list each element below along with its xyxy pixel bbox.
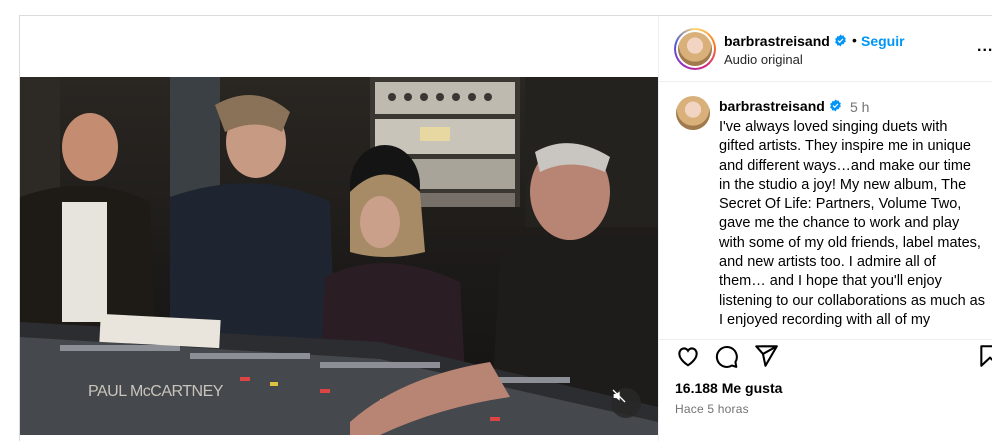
post-header: barbrastreisand • Seguir Audio original …	[659, 16, 992, 82]
post-sidebar: barbrastreisand • Seguir Audio original …	[658, 16, 992, 441]
post-caption: barbrastreisand 5 h I've always loved si…	[659, 82, 992, 340]
avatar[interactable]	[676, 96, 710, 130]
paper-plane-icon[interactable]	[753, 343, 779, 369]
post-video[interactable]: PAUL McCARTNEY	[20, 77, 658, 435]
studio-scene-image	[20, 77, 658, 435]
caption-username[interactable]: barbrastreisand	[719, 98, 825, 114]
speaker-muted-icon	[612, 389, 626, 403]
mute-button[interactable]	[611, 388, 641, 418]
video-caption: PAUL McCARTNEY	[88, 383, 223, 400]
instagram-post: PAUL McCARTNEY barbrastreisand • Seguir …	[19, 15, 992, 441]
post-age: Hace 5 horas	[675, 402, 749, 416]
audio-link[interactable]: Audio original	[724, 52, 803, 67]
action-bar	[659, 343, 992, 383]
verified-badge-icon	[835, 34, 846, 47]
avatar	[678, 32, 712, 66]
story-avatar[interactable]	[674, 28, 716, 70]
more-options-button[interactable]: ...	[977, 38, 992, 56]
caption-timestamp: 5 h	[850, 99, 870, 115]
header-username[interactable]: barbrastreisand	[724, 33, 830, 49]
verified-badge-icon	[830, 99, 841, 112]
bookmark-icon[interactable]	[977, 343, 992, 369]
comment-bubble-icon[interactable]	[713, 343, 739, 369]
follow-button[interactable]: Seguir	[861, 33, 905, 49]
header-separator: •	[852, 32, 857, 48]
like-count[interactable]: 16.188 Me gusta	[675, 380, 782, 396]
caption-text: I've always loved singing duets with gif…	[719, 119, 985, 328]
heart-icon[interactable]	[675, 343, 701, 369]
